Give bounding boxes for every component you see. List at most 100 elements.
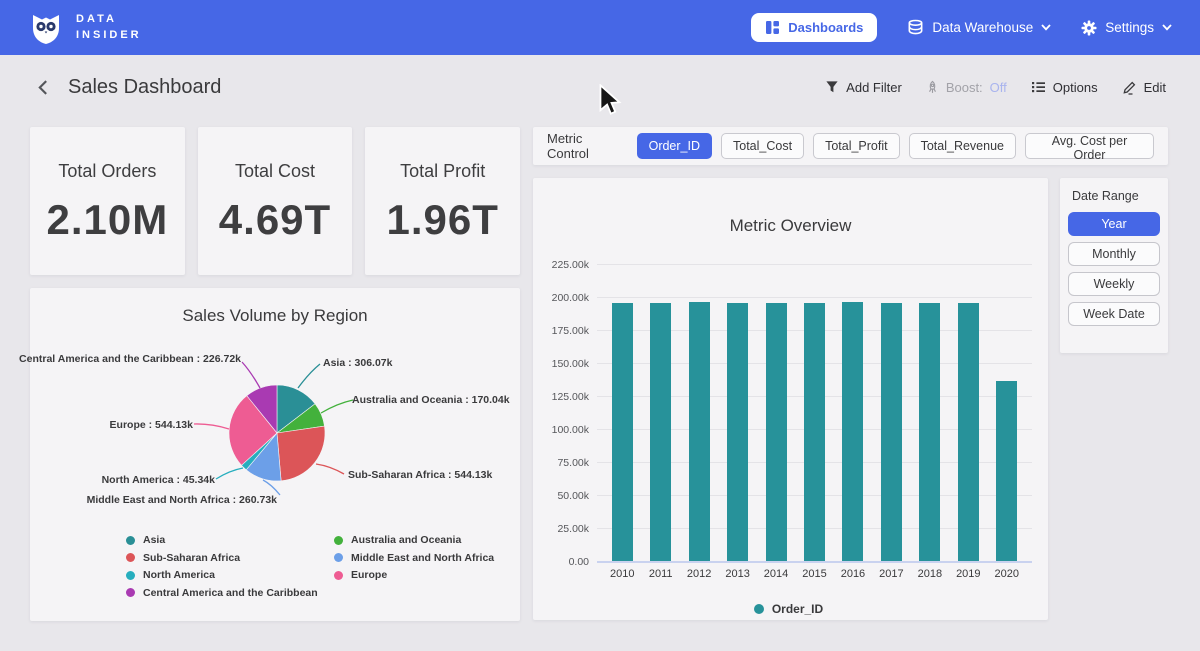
legend-item[interactable]: Europe bbox=[334, 569, 522, 581]
owl-logo-icon bbox=[28, 10, 64, 46]
back-button[interactable] bbox=[34, 77, 52, 98]
legend-dot bbox=[126, 571, 135, 580]
pie-label: Australia and Oceania : 170.04k bbox=[352, 394, 510, 406]
kpi-label: Total Orders bbox=[30, 161, 185, 182]
bar-2012[interactable] bbox=[689, 302, 710, 561]
page-title: Sales Dashboard bbox=[68, 76, 221, 99]
nav-settings-button[interactable]: Settings bbox=[1081, 20, 1172, 36]
legend-item[interactable]: Middle East and North Africa bbox=[334, 552, 522, 564]
metric-chip-total-profit[interactable]: Total_Profit bbox=[813, 133, 900, 159]
legend-label: Central America and the Caribbean bbox=[143, 587, 318, 599]
pie-leader-line bbox=[316, 464, 344, 474]
legend-dot bbox=[334, 553, 343, 562]
legend-item[interactable]: North America bbox=[126, 569, 314, 581]
legend-label: Australia and Oceania bbox=[351, 534, 461, 546]
pie-label: Europe : 544.13k bbox=[110, 419, 193, 431]
pie-legend-col-1: Asia Sub-Saharan Africa North America Centr… bbox=[126, 534, 314, 599]
pie-leader-line bbox=[242, 362, 260, 388]
add-filter-button[interactable]: Add Filter bbox=[825, 80, 902, 95]
nav-data-warehouse-button[interactable]: Data Warehouse bbox=[907, 19, 1051, 36]
metric-control-label: Metric Control bbox=[547, 131, 624, 161]
rocket-icon bbox=[926, 80, 939, 95]
kpi-card-total-profit: Total Profit 1.96T bbox=[365, 127, 520, 275]
x-axis-tick: 2013 bbox=[718, 568, 756, 580]
bar-slot bbox=[834, 302, 872, 561]
y-axis-tick: 125.00k bbox=[545, 391, 589, 403]
bar-chart-legend: Order_ID bbox=[545, 602, 1032, 616]
boost-label: Boost: bbox=[946, 80, 983, 95]
bar-2017[interactable] bbox=[881, 303, 902, 561]
bar-2010[interactable] bbox=[612, 303, 633, 561]
pie-legend: Asia Sub-Saharan Africa North America Centr… bbox=[126, 534, 522, 599]
bar-2016[interactable] bbox=[842, 302, 863, 561]
bar-2014[interactable] bbox=[766, 303, 787, 561]
pie-label: Sub-Saharan Africa : 544.13k bbox=[348, 469, 492, 481]
date-range-label: Date Range bbox=[1072, 189, 1160, 203]
x-axis-tick: 2014 bbox=[757, 568, 795, 580]
kpi-card-total-cost: Total Cost 4.69T bbox=[198, 127, 353, 275]
list-options-icon bbox=[1031, 80, 1046, 94]
bar-2019[interactable] bbox=[958, 303, 979, 561]
legend-item[interactable]: Sub-Saharan Africa bbox=[126, 552, 314, 564]
page-header: Sales Dashboard Add Filter Boost: Off bbox=[0, 55, 1200, 119]
edit-label: Edit bbox=[1144, 80, 1166, 95]
bar-chart-plot bbox=[597, 264, 1032, 561]
legend-dot bbox=[754, 604, 764, 614]
options-button[interactable]: Options bbox=[1031, 80, 1098, 95]
bar-slot bbox=[641, 303, 679, 561]
pencil-icon bbox=[1122, 80, 1137, 95]
bar-legend-label: Order_ID bbox=[772, 602, 823, 616]
boost-toggle[interactable]: Boost: Off bbox=[926, 80, 1007, 95]
pie-legend-col-2: Australia and Oceania Middle East and Nor… bbox=[334, 534, 522, 599]
chevron-down-icon bbox=[1162, 24, 1172, 31]
x-axis-tick: 2011 bbox=[641, 568, 679, 580]
legend-item[interactable]: Central America and the Caribbean bbox=[126, 587, 314, 599]
legend-item[interactable]: Asia bbox=[126, 534, 314, 546]
bar-slot bbox=[603, 303, 641, 561]
metric-chip-total-cost[interactable]: Total_Cost bbox=[721, 133, 804, 159]
x-axis-tick: 2017 bbox=[872, 568, 910, 580]
gridline bbox=[597, 561, 1032, 563]
kpi-value: 4.69T bbox=[198, 196, 353, 244]
bar-slot bbox=[795, 303, 833, 561]
metric-chip-total-revenue[interactable]: Total_Revenue bbox=[909, 133, 1016, 159]
bar-2018[interactable] bbox=[919, 303, 940, 561]
date-range-monthly-button[interactable]: Monthly bbox=[1068, 242, 1160, 266]
legend-label: Asia bbox=[143, 534, 165, 546]
y-axis-tick: 175.00k bbox=[545, 325, 589, 337]
nav-dashboards-button[interactable]: Dashboards bbox=[751, 13, 877, 42]
bar-slot bbox=[757, 303, 795, 561]
pie-leader-line bbox=[216, 468, 243, 479]
date-range-weekly-button[interactable]: Weekly bbox=[1068, 272, 1160, 296]
bar-chart-card: Metric Overview 225.00k200.00k175.00k150… bbox=[533, 178, 1048, 620]
options-label: Options bbox=[1053, 80, 1098, 95]
kpi-label: Total Cost bbox=[198, 161, 353, 182]
metric-chip-order-id[interactable]: Order_ID bbox=[637, 133, 712, 159]
bar-2020[interactable] bbox=[996, 381, 1017, 561]
bar-2015[interactable] bbox=[804, 303, 825, 561]
edit-button[interactable]: Edit bbox=[1122, 80, 1166, 95]
nav-settings-label: Settings bbox=[1105, 20, 1154, 35]
pie-leader-line bbox=[194, 424, 229, 429]
legend-label: North America bbox=[143, 569, 215, 581]
bar-2013[interactable] bbox=[727, 303, 748, 561]
pie-slice-sub-saharan-africa[interactable] bbox=[277, 426, 325, 481]
bar-slot bbox=[949, 303, 987, 561]
y-axis-tick: 0.00 bbox=[545, 556, 589, 568]
bar-2011[interactable] bbox=[650, 303, 671, 561]
date-range-year-button[interactable]: Year bbox=[1068, 212, 1160, 236]
filter-funnel-icon bbox=[825, 80, 839, 94]
legend-dot bbox=[334, 536, 343, 545]
bar-slot bbox=[988, 381, 1026, 561]
metric-control-bar: Metric Control Order_ID Total_Cost Total… bbox=[533, 127, 1168, 165]
bar-chart-yticks: 225.00k200.00k175.00k150.00k125.00k100.0… bbox=[545, 264, 589, 561]
brand[interactable]: DATA INSIDER bbox=[28, 10, 142, 46]
metric-chip-avg-cost-per-order[interactable]: Avg. Cost per Order bbox=[1025, 133, 1154, 159]
legend-dot bbox=[126, 553, 135, 562]
date-range-panel: Date Range Year Monthly Weekly Week Date bbox=[1060, 178, 1168, 353]
bar-slot bbox=[680, 302, 718, 561]
x-axis-tick: 2019 bbox=[949, 568, 987, 580]
pie-leader-line bbox=[263, 480, 280, 495]
date-range-week-date-button[interactable]: Week Date bbox=[1068, 302, 1160, 326]
legend-item[interactable]: Australia and Oceania bbox=[334, 534, 522, 546]
